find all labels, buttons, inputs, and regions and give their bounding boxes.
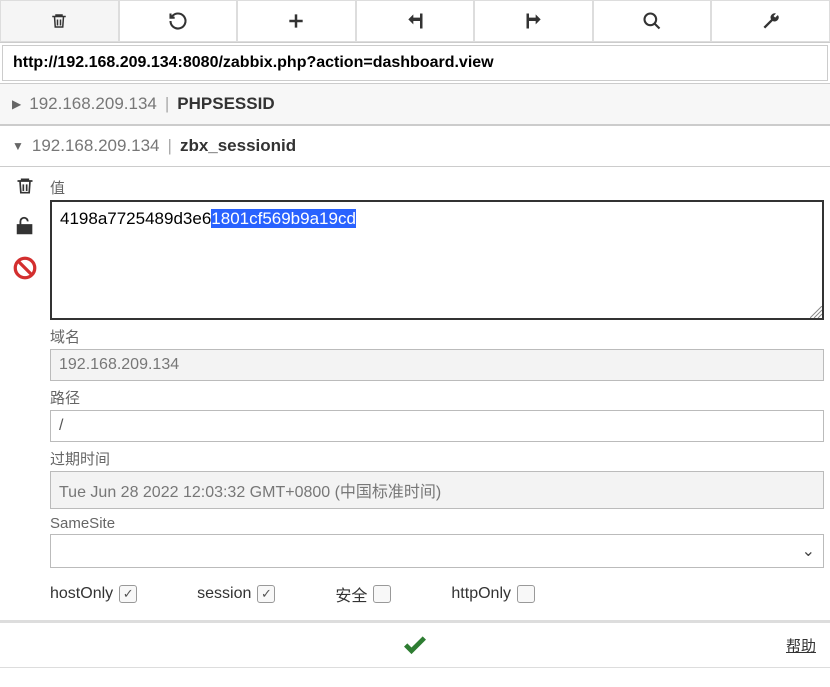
chevron-down-icon: ▼ <box>12 139 24 153</box>
resize-handle-icon[interactable] <box>810 306 822 318</box>
path-input[interactable]: / <box>50 410 824 442</box>
domain-label: 域名 <box>50 326 824 347</box>
expires-label: 过期时间 <box>50 448 824 469</box>
delete-cookie-button[interactable] <box>15 175 35 197</box>
import-button[interactable] <box>356 0 475 42</box>
chevron-down-icon: ⌄ <box>802 541 815 561</box>
search-icon <box>642 11 662 31</box>
add-button[interactable] <box>237 0 356 42</box>
checkbox-icon: ✓ <box>119 585 137 603</box>
hostonly-label: hostOnly <box>50 585 113 603</box>
flags-row: hostOnly ✓ session ✓ 安全 httpOnly <box>50 582 824 606</box>
hostonly-checkbox[interactable]: hostOnly ✓ <box>50 585 137 603</box>
value-input[interactable]: 4198a7725489d3e61801cf569b9a19cd <box>50 200 824 320</box>
session-checkbox[interactable]: session ✓ <box>197 585 275 603</box>
cookie-host: 192.168.209.134 <box>29 94 157 114</box>
toolbar <box>0 0 830 43</box>
secure-checkbox[interactable]: 安全 <box>335 582 391 606</box>
check-icon <box>398 631 432 659</box>
expires-input[interactable]: Tue Jun 28 2022 12:03:32 GMT+0800 (中国标准时… <box>50 471 824 509</box>
block-button[interactable] <box>12 255 38 281</box>
chevron-right-icon: ▶ <box>12 97 21 111</box>
path-label: 路径 <box>50 387 824 408</box>
export-icon <box>524 11 544 31</box>
cookie-row-phpsessid[interactable]: ▶ 192.168.209.134 | PHPSESSID <box>0 83 830 125</box>
search-button[interactable] <box>593 0 712 42</box>
separator: | <box>168 136 172 156</box>
cookie-name: zbx_sessionid <box>180 136 296 156</box>
value-text-selected: 1801cf569b9a19cd <box>211 209 356 228</box>
url-bar[interactable]: http://192.168.209.134:8080/zabbix.php?a… <box>2 45 828 81</box>
settings-button[interactable] <box>711 0 830 42</box>
export-button[interactable] <box>474 0 593 42</box>
cookie-detail-panel: 值 4198a7725489d3e61801cf569b9a19cd 域名 19… <box>0 167 830 614</box>
samesite-select[interactable]: ⌄ <box>50 534 824 568</box>
fields: 值 4198a7725489d3e61801cf569b9a19cd 域名 19… <box>44 171 824 606</box>
wrench-icon <box>761 11 781 31</box>
samesite-label: SameSite <box>50 515 824 532</box>
checkbox-icon <box>517 585 535 603</box>
refresh-button[interactable] <box>119 0 238 42</box>
session-label: session <box>197 585 251 603</box>
forbidden-icon <box>12 255 38 281</box>
separator: | <box>165 94 169 114</box>
lock-button[interactable] <box>14 215 36 237</box>
side-actions <box>6 171 44 606</box>
delete-button[interactable] <box>0 0 119 42</box>
trash-icon <box>15 175 35 197</box>
import-icon <box>405 11 425 31</box>
unlock-icon <box>14 215 36 237</box>
value-label: 值 <box>50 177 824 198</box>
confirm-button[interactable] <box>398 631 432 659</box>
checkbox-icon: ✓ <box>257 585 275 603</box>
checkbox-icon <box>373 585 391 603</box>
domain-input[interactable]: 192.168.209.134 <box>50 349 824 381</box>
httponly-label: httpOnly <box>451 585 511 603</box>
cookie-host: 192.168.209.134 <box>32 136 160 156</box>
bottom-bar: 帮助 <box>0 620 830 668</box>
cookie-name: PHPSESSID <box>177 94 274 114</box>
plus-icon <box>286 11 306 31</box>
trash-icon <box>50 12 68 30</box>
secure-label: 安全 <box>335 582 367 606</box>
httponly-checkbox[interactable]: httpOnly <box>451 585 535 603</box>
refresh-icon <box>168 11 188 31</box>
cookie-row-zbx-sessionid[interactable]: ▼ 192.168.209.134 | zbx_sessionid <box>0 125 830 167</box>
help-link[interactable]: 帮助 <box>786 635 816 656</box>
value-text-plain: 4198a7725489d3e6 <box>60 209 211 228</box>
